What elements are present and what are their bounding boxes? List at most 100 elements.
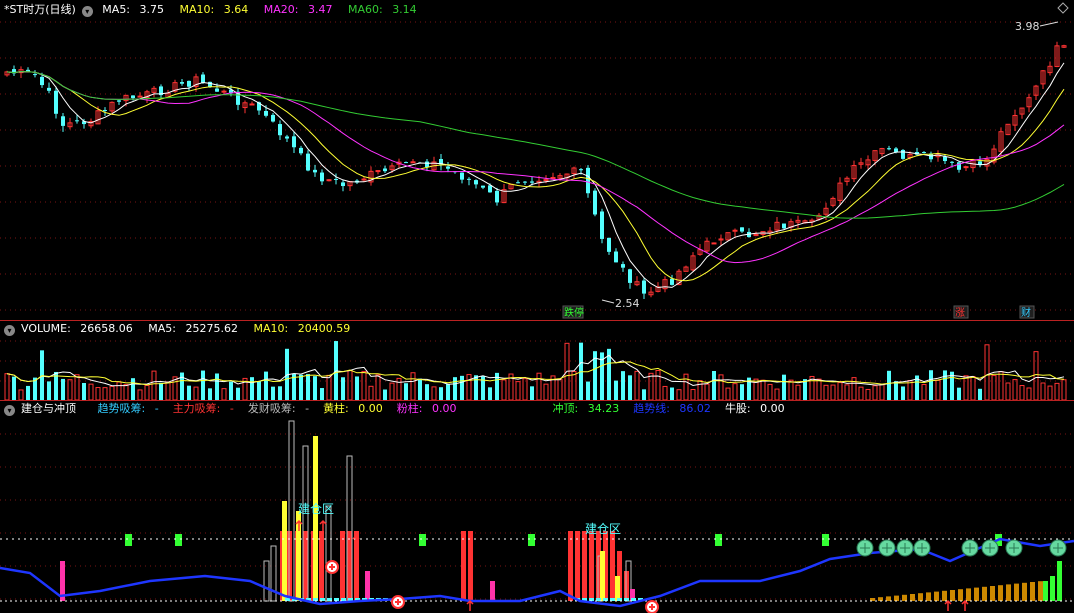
- indicator-label: 趋势吸筹:: [97, 402, 146, 415]
- volume-bar: [943, 370, 947, 400]
- limit-down-tag-label: 跌停: [564, 306, 584, 319]
- volume-bar: [4, 373, 10, 400]
- volume-bar: [774, 388, 780, 400]
- volume-bar: [642, 389, 646, 400]
- candle: [922, 152, 926, 154]
- volume-bar: [704, 383, 710, 400]
- volume-bar: [193, 386, 199, 400]
- breakout-bar: [918, 593, 923, 601]
- candle: [782, 223, 786, 229]
- candle: [117, 100, 121, 102]
- volume-bar: [788, 379, 794, 400]
- dropdown-icon[interactable]: ▾: [81, 6, 93, 17]
- candle: [326, 179, 332, 182]
- price-panel[interactable]: *ST时万(日线) ▾ MA5: 3.75 MA10: 3.64 MA20: 3.…: [0, 0, 1074, 320]
- volume-bar: [872, 385, 878, 400]
- candle: [543, 179, 549, 182]
- expand-icon[interactable]: [1057, 2, 1069, 14]
- volume-bar: [628, 375, 632, 400]
- indicator-legend-item: 粉柱: 0.00: [397, 402, 463, 415]
- candle: [621, 264, 625, 268]
- breakout-bar: [990, 586, 995, 601]
- stock-title: *ST时万(日线): [4, 3, 76, 16]
- candle: [410, 161, 416, 164]
- indicator-panel[interactable]: ▾ 建仓与冲顶 趋势吸筹: - 主力吸筹: - 发财吸筹: - 黄柱: 0.00 粉柱: …: [0, 401, 1074, 613]
- volume-bar: [823, 384, 829, 400]
- candle: [740, 227, 744, 232]
- financial-report-tag[interactable]: 财: [1019, 305, 1035, 319]
- volume-bar: [844, 384, 850, 400]
- indicator-label: 冲顶:: [552, 402, 579, 415]
- volume-bar: [1005, 382, 1011, 400]
- breakout-bar: [966, 588, 971, 601]
- volume-title: VOLUME:: [21, 322, 71, 335]
- candle: [460, 172, 464, 180]
- candle: [75, 120, 79, 122]
- volume-bar: [655, 370, 661, 400]
- volume-bar: [991, 375, 997, 400]
- volume-bar: [221, 388, 227, 400]
- breakout-bar: [902, 594, 907, 601]
- indicator-chart[interactable]: 建仓区 建仓区: [0, 401, 1074, 613]
- volume-bar: [830, 384, 836, 400]
- volume-bar: [123, 384, 129, 400]
- volume-bar: [543, 383, 549, 400]
- dropdown-icon[interactable]: ▾: [4, 325, 15, 336]
- volume-bar: [165, 381, 171, 400]
- volume-bar: [501, 379, 507, 400]
- volume-bar: [978, 388, 982, 400]
- candle: [887, 148, 891, 150]
- volume-bar: [782, 374, 786, 400]
- ma10-value: 3.64: [223, 3, 249, 16]
- candle: [711, 242, 717, 245]
- volume-bar: [858, 386, 864, 400]
- volume-bar: [109, 385, 115, 400]
- dropdown-icon[interactable]: ▾: [4, 405, 15, 416]
- indicator-value: -: [301, 402, 310, 415]
- volume-bar: [361, 370, 367, 400]
- candle: [103, 109, 107, 111]
- volume-bar: [460, 375, 464, 400]
- arrow-up-icon: [944, 599, 952, 611]
- breakout-bar: [998, 585, 1003, 601]
- volume-bar: [453, 377, 457, 400]
- breakout-bar: [926, 592, 931, 601]
- yellow-bar: [615, 576, 620, 601]
- volume-bar: [355, 376, 359, 400]
- volume-bar: [557, 378, 563, 400]
- limit-up-tag[interactable]: 涨: [953, 305, 969, 319]
- peak-bar: [1043, 581, 1048, 601]
- candle: [47, 87, 51, 91]
- breakout-bar: [1038, 581, 1043, 601]
- volume-bar: [250, 377, 254, 400]
- candle: [61, 116, 65, 126]
- volume-panel[interactable]: ▾ VOLUME: 26658.06 MA5: 25275.62 MA10: 20…: [0, 321, 1074, 400]
- limit-down-tag[interactable]: 跌停: [562, 305, 584, 319]
- volume-bar: [67, 379, 73, 400]
- volume-bar: [662, 385, 668, 400]
- candle: [425, 161, 429, 168]
- candle: [306, 153, 310, 171]
- signal-square: [528, 534, 535, 546]
- candle: [607, 237, 611, 252]
- volume-bar: [215, 373, 219, 400]
- candle: [467, 178, 471, 180]
- volume-bar: [837, 382, 843, 400]
- signal-square: [419, 534, 426, 546]
- accumulation-bar: [347, 531, 352, 601]
- breakout-bar: [974, 587, 979, 601]
- signal-square: [125, 534, 132, 546]
- candle: [474, 180, 478, 185]
- candle: [313, 169, 317, 173]
- volume-bar: [151, 370, 157, 400]
- volume-bar: [740, 384, 744, 400]
- volume-bar: [1061, 379, 1067, 400]
- volume-bar: [1040, 382, 1046, 400]
- volume-bar: [389, 382, 395, 400]
- breakout-bar: [1014, 583, 1019, 601]
- indicator-legend-item: 趋势吸筹: -: [98, 402, 165, 415]
- candle: [383, 168, 387, 172]
- candlestick-chart[interactable]: 3.98 2.54 跌停 涨 财: [0, 0, 1074, 320]
- breakout-bar: [982, 586, 987, 601]
- volume-bar: [74, 374, 80, 400]
